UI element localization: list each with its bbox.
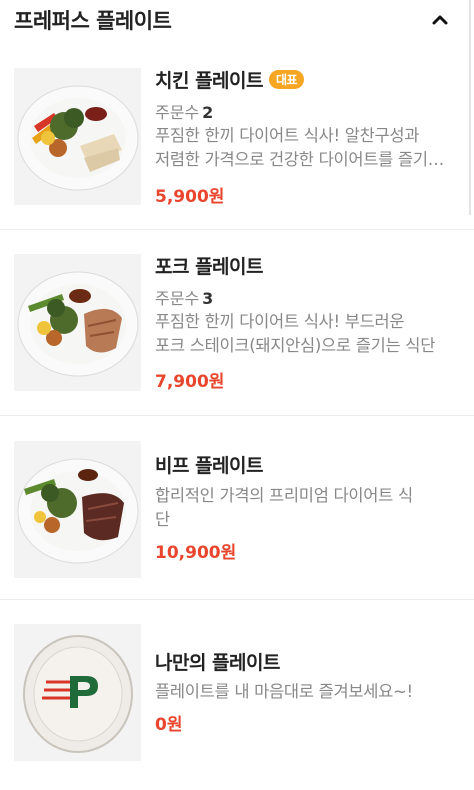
- chevron-up-icon[interactable]: [430, 9, 450, 29]
- divider: [0, 415, 474, 416]
- empty-plate-photo: [14, 624, 141, 761]
- item-price: 0원: [155, 715, 183, 735]
- item-description: 플레이트를 내 마음대로 즐겨보세요~!: [155, 682, 413, 701]
- item-name: 비프 플레이트: [155, 455, 264, 477]
- item-price: 5,900원: [155, 187, 225, 207]
- divider: [0, 599, 474, 600]
- item-price: 7,900원: [155, 372, 225, 392]
- item-description: 합리적인 가격의 프리미엄 다이어트 식 단: [155, 486, 413, 529]
- order-count: 주문수 3: [155, 289, 214, 308]
- pork-plate-photo: [14, 254, 141, 391]
- section-header[interactable]: 프레퍼스 플레이트: [0, 0, 474, 38]
- item-name: 포크 플레이트: [155, 256, 264, 278]
- scroll-edge: [469, 0, 471, 215]
- order-count: 주문수 2: [155, 103, 214, 122]
- item-description: 푸짐한 한끼 다이어트 식사! 알찬구성과 저렴한 가격으로 건강한 다이어트를…: [155, 126, 451, 169]
- item-name: 나만의 플레이트: [155, 652, 280, 674]
- item-description: 푸짐한 한끼 다이어트 식사! 부드러운 포크 스테이크(돼지안심)으로 즐기는…: [155, 312, 436, 355]
- beef-plate-photo: [14, 441, 141, 578]
- item-name: 치킨 플레이트 대표: [155, 66, 305, 93]
- item-price: 10,900원: [155, 543, 237, 563]
- section-title: 프레퍼스 플레이트: [14, 9, 172, 33]
- divider: [0, 229, 474, 230]
- signature-badge: 대표: [269, 70, 305, 89]
- chicken-plate-photo: [14, 68, 141, 205]
